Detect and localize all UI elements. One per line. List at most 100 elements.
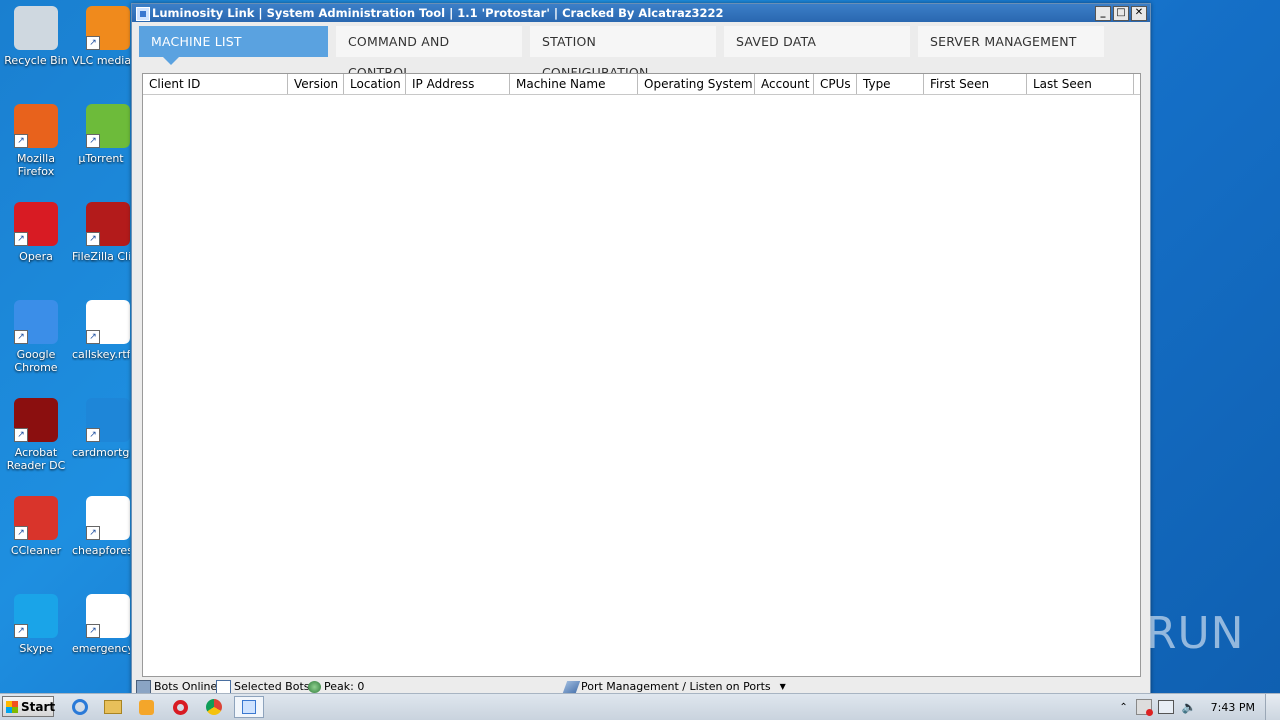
taskbar-explorer[interactable] [101,696,125,718]
taskbar-chrome[interactable] [202,696,226,718]
column-header-type[interactable]: Type [857,74,924,94]
internet-explorer-icon [72,699,88,715]
shortcut-arrow-icon: ↗ [14,526,28,540]
shortcut-arrow-icon: ↗ [14,232,28,246]
desktop-icon-label: Google Chrome [14,348,58,374]
desktop-icon[interactable]: ↗ Mozilla Firefox [0,104,72,178]
tab-machine-list[interactable]: MACHINE LIST [139,26,328,65]
recycle-bin-icon [14,6,58,50]
volume-icon[interactable]: 🔈 [1182,700,1197,714]
skype-icon: ↗ [14,594,58,638]
chrome-icon [206,699,222,715]
column-header-first-seen[interactable]: First Seen [924,74,1027,94]
shortcut-arrow-icon: ↗ [86,624,100,638]
shortcut-arrow-icon: ↗ [86,526,100,540]
app-icon [136,7,150,21]
column-header-cpus[interactable]: CPUs [814,74,857,94]
firefox-icon: ↗ [14,104,58,148]
start-label: Start [21,700,56,714]
watermark: ANY RUN [1038,608,1245,659]
desktop-icon[interactable]: Recycle Bin [0,6,72,67]
column-header-operating-system[interactable]: Operating System [638,74,755,94]
desktop-icon-label: Recycle Bin [4,54,68,67]
tab-command-and-control[interactable]: COMMAND AND CONTROL [336,26,522,80]
taskbar-luminosity-link[interactable] [234,696,264,718]
tab-saved-data[interactable]: SAVED DATA [724,26,910,57]
table-header: Client ID Version Location IP Address Ma… [143,74,1140,95]
column-header-machine-name[interactable]: Machine Name [510,74,638,94]
desktop-icon[interactable]: ↗ Acrobat Reader DC [0,398,72,472]
word-document-icon: ↗ [86,594,130,638]
selected-bots-icon [216,680,231,694]
opera-icon: ↗ [14,202,58,246]
column-header-version[interactable]: Version [288,74,344,94]
vlc-icon: ↗ [86,6,130,50]
minimize-button[interactable]: _ [1095,6,1111,21]
start-button[interactable]: Start [2,696,56,717]
network-icon[interactable] [1157,700,1174,714]
column-header-ip-address[interactable]: IP Address [406,74,510,94]
opera-icon [172,699,188,715]
desktop-icon[interactable]: ↗ Google Chrome [0,300,72,374]
shortcut-arrow-icon: ↗ [86,330,100,344]
windows-flag-icon [6,701,18,713]
desktop-icon-label: Skype [19,642,53,655]
shortcut-arrow-icon: ↗ [86,428,100,442]
ccleaner-icon: ↗ [14,496,58,540]
column-header-last-seen[interactable]: Last Seen [1027,74,1134,94]
shortcut-arrow-icon: ↗ [14,428,28,442]
luminosity-window: Luminosity Link | System Administration … [131,3,1151,699]
clock[interactable]: 7:43 PM [1211,701,1255,714]
desktop-icon-label: emergency [72,642,130,655]
word-document-icon: ↗ [86,496,130,540]
close-button[interactable]: ✕ [1131,6,1147,21]
maximize-button[interactable]: □ [1113,6,1129,21]
title-bar[interactable]: Luminosity Link | System Administration … [132,4,1150,22]
desktop-icon[interactable]: ↗ Opera [0,202,72,263]
window-title: Luminosity Link | System Administration … [152,6,724,20]
desktop-icon-label: µTorrent [78,152,124,165]
explorer-folder-icon [104,700,122,714]
shortcut-arrow-icon: ↗ [86,134,100,148]
desktop-icon-label: cardmortgage [72,446,130,459]
column-header-account[interactable]: Account [755,74,814,94]
tab-server-management[interactable]: SERVER MANAGEMENT [918,26,1104,57]
taskbar-internet-explorer[interactable] [68,696,92,718]
filezilla-icon: ↗ [86,202,130,246]
shortcut-arrow-icon: ↗ [86,36,100,50]
desktop-icon-label: FileZilla Client [72,250,130,263]
show-desktop-button[interactable] [1265,694,1280,720]
column-header-location[interactable]: Location [344,74,406,94]
desktop-icon[interactable]: ↗ Skype [0,594,72,655]
column-header-client-id[interactable]: Client ID [143,74,288,94]
tab-bar: MACHINE LIST COMMAND AND CONTROL STATION… [139,26,1104,80]
show-hidden-icons-button[interactable]: ⌃ [1119,702,1127,713]
desktop-icon-label: CCleaner [10,544,62,557]
desktop-icon-label: VLC media player [72,54,130,67]
shortcut-arrow-icon: ↗ [14,330,28,344]
desktop-icon[interactable]: ↗ CCleaner [0,496,72,557]
blank-file-icon: ↗ [86,398,130,442]
taskbar: Start ⌃ 🔈 7:43 PM [0,693,1280,720]
desktop-icon-label: Acrobat Reader DC [6,446,66,472]
port-icon [562,681,581,693]
word-document-icon: ↗ [86,300,130,344]
machine-list-table[interactable]: Client ID Version Location IP Address Ma… [142,73,1141,677]
bots-online-icon [136,680,151,694]
tab-station-configuration[interactable]: STATION CONFIGURATION [530,26,716,80]
desktop-icon-label: callskey.rtf [72,348,130,361]
chrome-icon: ↗ [14,300,58,344]
desktop-icon-label: Mozilla Firefox [17,152,55,178]
shortcut-arrow-icon: ↗ [14,134,28,148]
desktop-icon-label: cheapforest [72,544,130,557]
globe-icon [308,681,321,693]
desktop-icon-label: Opera [19,250,53,263]
shortcut-arrow-icon: ↗ [14,624,28,638]
action-center-icon[interactable] [1135,699,1153,716]
taskbar-opera[interactable] [168,696,192,718]
system-tray: ⌃ 🔈 7:43 PM [1119,694,1280,720]
utorrent-icon: ↗ [86,104,130,148]
media-player-icon [138,699,154,715]
taskbar-media-player[interactable] [134,696,158,718]
shortcut-arrow-icon: ↗ [86,232,100,246]
